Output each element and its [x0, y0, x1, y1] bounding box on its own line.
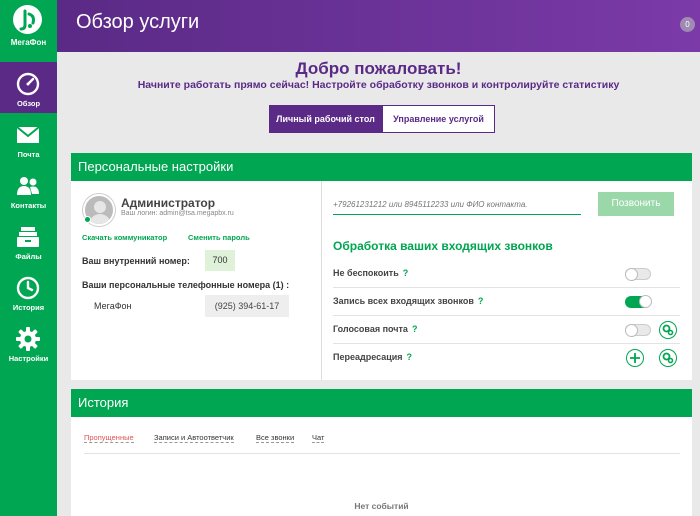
sidebar-item-contacts[interactable]: Контакты [0, 164, 57, 215]
setting-label: Запись всех входящих звонков [333, 296, 474, 306]
call-button[interactable]: Позвонить [598, 192, 674, 216]
record-calls-toggle[interactable] [625, 295, 652, 308]
sidebar-item-label: Файлы [15, 252, 42, 261]
sidebar-item-history[interactable]: История [0, 266, 57, 317]
help-icon[interactable]: ? [403, 268, 409, 278]
sidebar-item-overview[interactable]: Обзор [0, 62, 57, 113]
history-tab-recordings[interactable]: Записи и Автоответчик [154, 433, 234, 443]
setting-label: Голосовая почта [333, 324, 408, 334]
phone-search-input[interactable] [333, 195, 581, 215]
history-header: История [71, 389, 692, 417]
welcome-title: Добро пожаловать! [295, 59, 462, 78]
voicemail-settings-button[interactable] [659, 321, 677, 339]
incoming-calls-title: Обработка ваших входящих звонков [333, 239, 553, 253]
sidebar-item-label: Контакты [10, 201, 47, 210]
divider [333, 315, 680, 316]
history-tab-missed[interactable]: Пропущенные [84, 433, 134, 443]
setting-record-calls: Запись всех входящих звонков? [333, 296, 483, 306]
extension-value: 700 [205, 250, 235, 271]
personal-settings-header: Персональные настройки [71, 153, 692, 181]
history-icon [16, 276, 40, 300]
forwarding-settings-button[interactable] [659, 349, 677, 367]
speedometer-icon [16, 72, 40, 96]
divider [84, 453, 680, 454]
history-tab-chat[interactable]: Чат [312, 433, 325, 443]
divider [333, 343, 680, 344]
change-password-link[interactable]: Сменить пароль [188, 233, 250, 242]
sidebar-item-mail[interactable]: Почта [0, 113, 57, 164]
extension-label: Ваш внутренний номер: [82, 256, 190, 266]
gear-icon [662, 324, 674, 336]
add-forwarding-button[interactable] [626, 349, 644, 367]
welcome-subtitle: Начните работать прямо сейчас! Настройте… [137, 79, 620, 91]
tab-service-management[interactable]: Управление услугой [382, 105, 495, 133]
top-header: Обзор услуги 0 [57, 0, 700, 52]
personal-phones-label: Ваши персональные телефонные номера (1) … [82, 280, 290, 290]
tab-personal-desktop[interactable]: Личный рабочий стол [269, 105, 382, 133]
help-icon[interactable]: ? [478, 296, 484, 306]
gear-icon [662, 352, 674, 364]
setting-forwarding: Переадресация? [333, 352, 412, 362]
operator-name: МегаФон [94, 301, 132, 311]
setting-do-not-disturb: Не беспокоить? [333, 268, 408, 278]
sidebar-item-label: Настройки [8, 354, 49, 363]
sidebar-item-label: История [12, 303, 45, 312]
notification-badge[interactable]: 0 [680, 17, 695, 32]
plus-icon [630, 353, 640, 363]
setting-label: Не беспокоить [333, 268, 399, 278]
sidebar-item-settings[interactable]: Настройки [0, 317, 57, 368]
user-name: Администратор [121, 196, 216, 210]
voicemail-toggle[interactable] [625, 324, 651, 337]
files-icon [17, 227, 39, 247]
divider [333, 287, 680, 288]
setting-voicemail: Голосовая почта? [333, 324, 417, 334]
setting-label: Переадресация [333, 352, 403, 362]
do-not-disturb-toggle[interactable] [625, 268, 651, 281]
logo-text: МегаФон [10, 38, 47, 47]
megafon-logo-icon [13, 5, 42, 34]
history-tab-all-calls[interactable]: Все звонки [256, 433, 295, 443]
personal-phone-number: (925) 394-61-17 [205, 295, 289, 317]
gear-icon [16, 327, 40, 351]
sidebar-item-files[interactable]: Файлы [0, 215, 57, 266]
user-login: Ваш логин: admin@tsa.megapbx.ru [121, 210, 234, 217]
sidebar-item-label: Обзор [16, 99, 41, 108]
help-icon[interactable]: ? [412, 324, 418, 334]
no-events-message: Нет событий [354, 501, 409, 511]
mail-icon [16, 126, 40, 143]
page-title: Обзор услуги [76, 11, 200, 33]
download-communicator-link[interactable]: Скачать коммуникатор [82, 233, 167, 242]
help-icon[interactable]: ? [407, 352, 413, 362]
online-status-dot [84, 216, 91, 223]
contacts-icon [17, 177, 39, 195]
panel-divider [321, 181, 322, 380]
sidebar: МегаФон Обзор Почта Контакты Файлы Истор… [0, 0, 57, 516]
megafon-logo[interactable]: МегаФон [0, 0, 57, 52]
sidebar-item-label: Почта [17, 150, 40, 159]
